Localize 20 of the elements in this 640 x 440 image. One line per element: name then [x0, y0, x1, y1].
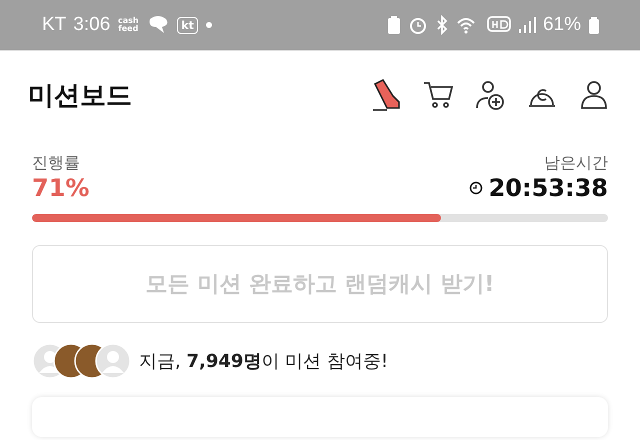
battery-icon: [588, 15, 600, 35]
battery-saver-icon: [386, 15, 401, 35]
clock-icon: [468, 181, 483, 195]
carrier-name: KT: [42, 14, 66, 36]
avatar-silhouette-icon: [95, 343, 131, 379]
dot-icon: [204, 21, 213, 29]
clock-time: 3:06: [73, 14, 110, 36]
hd-icon: [486, 15, 511, 35]
remaining-time: 20:53:38: [488, 174, 608, 202]
app-logo: cash feed: [117, 17, 140, 33]
progress-percent: 71%: [32, 174, 90, 202]
bluetooth-icon: [434, 15, 449, 35]
alarm-icon: [408, 15, 428, 35]
battery-percent: 61%: [542, 14, 581, 36]
app-logo: kt: [177, 16, 198, 34]
participants-text: 지금, 7,949명이 미션 참여중!: [139, 350, 388, 373]
progress-label: 진행률: [32, 153, 81, 174]
signal-icon: [518, 15, 536, 35]
time-label: 남은시간: [544, 153, 608, 174]
page-title: 미션보드: [28, 80, 132, 112]
